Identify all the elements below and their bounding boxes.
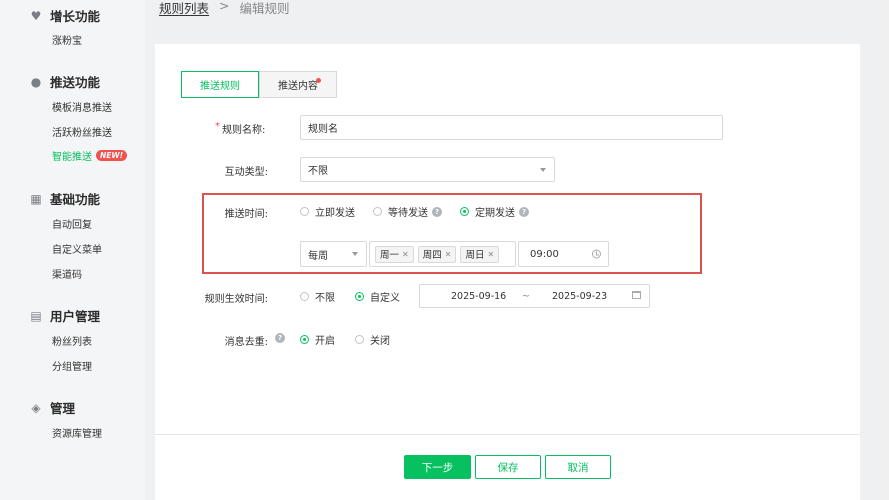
breadcrumb-separator: > bbox=[219, 0, 230, 13]
frequency-select[interactable]: 每周 bbox=[300, 241, 367, 267]
rule-name-label: 规则名称: bbox=[222, 125, 266, 136]
chevron-down-icon bbox=[540, 167, 546, 172]
radio-send-now[interactable]: 立即发送 bbox=[300, 204, 355, 219]
cancel-button[interactable]: 取消 bbox=[545, 455, 611, 479]
heart-icon: ♥ bbox=[30, 8, 42, 23]
rule-name-input[interactable]: 规则名 bbox=[300, 115, 723, 140]
document-icon: ▤ bbox=[30, 308, 42, 323]
sidebar-item-group-manage[interactable]: 分组管理 bbox=[52, 358, 92, 373]
radio-circle-checked bbox=[300, 335, 309, 344]
sidebar-item-template-push[interactable]: 模板消息推送 bbox=[52, 99, 112, 114]
sidebar-item-channel-code[interactable]: 渠道码 bbox=[52, 266, 82, 281]
weekday-multiselect[interactable]: 周一 ✕ 周四 ✕ 周日 ✕ bbox=[369, 241, 516, 267]
date-range-picker[interactable]: 2025-09-16 ~ 2025-09-23 bbox=[419, 284, 650, 308]
radio-dedup-off[interactable]: 关闭 bbox=[355, 332, 390, 347]
radio-validity-custom[interactable]: 自定义 bbox=[355, 289, 400, 304]
close-icon[interactable]: ✕ bbox=[445, 250, 452, 259]
calendar-icon bbox=[632, 291, 641, 299]
day-tag: 周一 ✕ bbox=[375, 245, 414, 263]
sidebar-group-users[interactable]: ▤ 用户管理 bbox=[30, 306, 100, 325]
date-start: 2025-09-16 bbox=[451, 291, 507, 302]
sidebar-item-active-fans-push[interactable]: 活跃粉丝推送 bbox=[52, 124, 112, 139]
unsaved-dot bbox=[316, 78, 321, 83]
breadcrumb: 规则列表 > 编辑规则 bbox=[159, 0, 290, 17]
sidebar: ♥ 增长功能 涨粉宝 ● 推送功能 模板消息推送 活跃粉丝推送 智能推送 NEW… bbox=[0, 0, 145, 500]
close-icon[interactable]: ✕ bbox=[402, 250, 409, 259]
user-icon: ● bbox=[30, 74, 42, 89]
radio-circle bbox=[300, 207, 309, 216]
sidebar-item-zhangfenbao[interactable]: 涨粉宝 bbox=[52, 32, 82, 47]
required-mark: * bbox=[215, 121, 220, 132]
tab-push-content[interactable]: 推送内容 bbox=[259, 71, 337, 98]
sidebar-group-push[interactable]: ● 推送功能 bbox=[30, 72, 100, 91]
sidebar-group-manage[interactable]: ◈ 管理 bbox=[30, 398, 75, 417]
interaction-type-select[interactable]: 不限 bbox=[300, 157, 555, 182]
save-button[interactable]: 保存 bbox=[475, 455, 541, 479]
interaction-type-label: 互动类型: bbox=[224, 167, 268, 178]
validity-label: 规则生效时间: bbox=[204, 294, 268, 305]
date-separator: ~ bbox=[522, 291, 530, 302]
day-tag: 周四 ✕ bbox=[417, 245, 457, 263]
sidebar-item-resource-manage[interactable]: 资源库管理 bbox=[52, 425, 102, 440]
tab-push-rule[interactable]: 推送规则 bbox=[181, 71, 259, 98]
close-icon[interactable]: ✕ bbox=[487, 250, 494, 259]
grid-icon: ▦ bbox=[30, 191, 42, 206]
help-icon[interactable]: ? bbox=[275, 333, 285, 343]
help-icon[interactable]: ? bbox=[519, 206, 529, 217]
radio-circle bbox=[373, 207, 382, 216]
layers-icon: ◈ bbox=[31, 400, 41, 415]
sidebar-item-fans-list[interactable]: 粉丝列表 bbox=[52, 333, 92, 348]
radio-circle-checked bbox=[355, 292, 364, 301]
time-picker[interactable]: 09:00 bbox=[518, 241, 609, 267]
tab-bar: 推送规则 推送内容 bbox=[181, 71, 337, 98]
breadcrumb-current: 编辑规则 bbox=[239, 1, 290, 16]
sidebar-group-basic[interactable]: ▦ 基础功能 bbox=[30, 189, 100, 208]
breadcrumb-rule-list[interactable]: 规则列表 bbox=[159, 0, 209, 17]
sidebar-item-smart-push[interactable]: 智能推送 NEW! bbox=[52, 148, 128, 163]
date-end: 2025-09-23 bbox=[552, 291, 608, 302]
clock-icon bbox=[592, 249, 601, 259]
day-tag: 周日 ✕ bbox=[460, 245, 500, 263]
push-time-label: 推送时间: bbox=[224, 209, 268, 220]
dedup-label: 消息去重: bbox=[224, 337, 268, 348]
radio-circle bbox=[355, 335, 364, 344]
new-badge: NEW! bbox=[96, 150, 128, 161]
radio-validity-unlimited[interactable]: 不限 bbox=[300, 289, 335, 304]
chevron-down-icon bbox=[352, 252, 358, 256]
sidebar-item-custom-menu[interactable]: 自定义菜单 bbox=[52, 241, 102, 256]
radio-send-wait[interactable]: 等待发送 ? bbox=[373, 204, 442, 219]
sidebar-item-auto-reply[interactable]: 自动回复 bbox=[52, 216, 92, 231]
radio-circle-checked bbox=[460, 207, 469, 216]
next-step-button[interactable]: 下一步 bbox=[404, 455, 471, 479]
radio-dedup-on[interactable]: 开启 bbox=[300, 332, 335, 347]
help-icon[interactable]: ? bbox=[432, 206, 442, 217]
radio-send-periodic[interactable]: 定期发送 ? bbox=[460, 204, 529, 219]
sidebar-group-growth[interactable]: ♥ 增长功能 bbox=[30, 6, 100, 25]
scrollbar[interactable] bbox=[884, 0, 889, 500]
radio-circle bbox=[300, 292, 309, 301]
